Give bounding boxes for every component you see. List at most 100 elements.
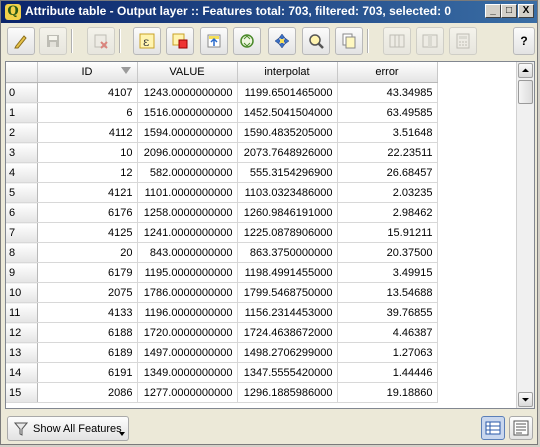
table-row[interactable]: 4 12 582.0000000000 555.3154296900 26.68457 (6, 162, 438, 183)
table-row[interactable]: 11 4133 1196.0000000000 1156.2314453000 39.7… (6, 302, 438, 323)
row-header[interactable]: 3 (6, 142, 38, 163)
table-row[interactable]: 9 6179 1195.0000000000 1198.4991455000 3.499… (6, 262, 438, 283)
cell-value[interactable]: 1786.0000000000 (137, 282, 238, 303)
cell-error[interactable]: 2.03235 (337, 182, 438, 203)
close-button[interactable]: X (518, 4, 534, 18)
table-row[interactable]: 8 20 843.0000000000 863.3750000000 20.37500 (6, 242, 438, 263)
table-row[interactable]: 3 10 2096.0000000000 2073.7648926000 22.2351… (6, 142, 438, 163)
cell-id[interactable]: 6176 (37, 202, 138, 223)
cell-error[interactable]: 15.91211 (337, 222, 438, 243)
cell-value[interactable]: 1243.0000000000 (137, 82, 238, 103)
cell-interpolat[interactable]: 863.3750000000 (237, 242, 338, 263)
cell-interpolat[interactable]: 1198.4991455000 (237, 262, 338, 283)
cell-interpolat[interactable]: 1347.5555420000 (237, 362, 338, 383)
row-header[interactable]: 0 (6, 82, 38, 103)
row-header[interactable]: 7 (6, 222, 38, 243)
cell-value[interactable]: 1497.0000000000 (137, 342, 238, 363)
row-header[interactable]: 1 (6, 102, 38, 123)
cell-id[interactable]: 4121 (37, 182, 138, 203)
scroll-thumb[interactable] (518, 80, 533, 104)
table-row[interactable]: 7 4125 1241.0000000000 1225.0878906000 15.91… (6, 222, 438, 243)
cell-id[interactable]: 4107 (37, 82, 138, 103)
cell-id[interactable]: 10 (37, 142, 138, 163)
cell-interpolat[interactable]: 1225.0878906000 (237, 222, 338, 243)
new-column-button[interactable] (383, 27, 411, 55)
cell-interpolat[interactable]: 1724.4638672000 (237, 322, 338, 343)
cell-id[interactable]: 4112 (37, 122, 138, 143)
cell-interpolat[interactable]: 1199.6501465000 (237, 82, 338, 103)
column-header-interpolat[interactable]: interpolat (237, 62, 338, 83)
column-header-value[interactable]: VALUE (137, 62, 238, 83)
move-selection-to-top-button[interactable] (200, 27, 228, 55)
cell-id[interactable]: 6 (37, 102, 138, 123)
cell-interpolat[interactable]: 1799.5468750000 (237, 282, 338, 303)
table-row[interactable]: 13 6189 1497.0000000000 1498.2706299000 1.27… (6, 342, 438, 363)
corner-header[interactable] (6, 62, 38, 83)
cell-value[interactable]: 1277.0000000000 (137, 382, 238, 403)
table-row[interactable]: 2 4112 1594.0000000000 1590.4835205000 3.516… (6, 122, 438, 143)
cell-value[interactable]: 582.0000000000 (137, 162, 238, 183)
form-view-button[interactable] (509, 416, 533, 440)
scroll-down-button[interactable] (518, 392, 533, 407)
row-header[interactable]: 6 (6, 202, 38, 223)
cell-id[interactable]: 6179 (37, 262, 138, 283)
cell-error[interactable]: 3.49915 (337, 262, 438, 283)
cell-interpolat[interactable]: 1260.9846191000 (237, 202, 338, 223)
cell-error[interactable]: 1.44446 (337, 362, 438, 383)
cell-id[interactable]: 12 (37, 162, 138, 183)
copy-selected-rows-button[interactable] (335, 27, 363, 55)
cell-id[interactable]: 2075 (37, 282, 138, 303)
table-row[interactable]: 1 6 1516.0000000000 1452.5041504000 63.49585 (6, 102, 438, 123)
cell-value[interactable]: 1349.0000000000 (137, 362, 238, 383)
row-header[interactable]: 2 (6, 122, 38, 143)
cell-value[interactable]: 1196.0000000000 (137, 302, 238, 323)
pan-map-to-selected-button[interactable] (268, 27, 296, 55)
cell-value[interactable]: 1241.0000000000 (137, 222, 238, 243)
cell-interpolat[interactable]: 1452.5041504000 (237, 102, 338, 123)
cell-interpolat[interactable]: 1590.4835205000 (237, 122, 338, 143)
table-row[interactable]: 12 6188 1720.0000000000 1724.4638672000 4.46… (6, 322, 438, 343)
cell-error[interactable]: 13.54688 (337, 282, 438, 303)
help-button[interactable]: ? (513, 27, 535, 55)
table-row[interactable]: 10 2075 1786.0000000000 1799.5468750000 13.5… (6, 282, 438, 303)
cell-value[interactable]: 2096.0000000000 (137, 142, 238, 163)
maximize-button[interactable]: □ (501, 4, 517, 18)
cell-value[interactable]: 1101.0000000000 (137, 182, 238, 203)
cell-interpolat[interactable]: 2073.7648926000 (237, 142, 338, 163)
cell-value[interactable]: 1720.0000000000 (137, 322, 238, 343)
cell-id[interactable]: 6188 (37, 322, 138, 343)
zoom-map-to-selected-button[interactable] (302, 27, 330, 55)
row-header[interactable]: 10 (6, 282, 38, 303)
column-header-id[interactable]: ID (37, 62, 138, 83)
cell-id[interactable]: 2086 (37, 382, 138, 403)
cell-value[interactable]: 1258.0000000000 (137, 202, 238, 223)
cell-id[interactable]: 20 (37, 242, 138, 263)
cell-error[interactable]: 26.68457 (337, 162, 438, 183)
cell-value[interactable]: 1516.0000000000 (137, 102, 238, 123)
row-header[interactable]: 4 (6, 162, 38, 183)
select-by-expression-button[interactable]: ε (133, 27, 161, 55)
row-header[interactable]: 5 (6, 182, 38, 203)
show-all-features-button[interactable]: Show All Features (7, 416, 129, 441)
cell-error[interactable]: 43.34985 (337, 82, 438, 103)
cell-error[interactable]: 1.27063 (337, 342, 438, 363)
row-header[interactable]: 8 (6, 242, 38, 263)
save-edits-button[interactable] (39, 27, 67, 55)
unselect-all-button[interactable] (166, 27, 194, 55)
cell-error[interactable]: 22.23511 (337, 142, 438, 163)
cell-id[interactable]: 6189 (37, 342, 138, 363)
table-row[interactable]: 5 4121 1101.0000000000 1103.0323486000 2.032… (6, 182, 438, 203)
cell-value[interactable]: 1594.0000000000 (137, 122, 238, 143)
vertical-scrollbar[interactable] (516, 62, 534, 408)
cell-interpolat[interactable]: 1498.2706299000 (237, 342, 338, 363)
cell-error[interactable]: 63.49585 (337, 102, 438, 123)
table-row[interactable]: 0 4107 1243.0000000000 1199.6501465000 43.34… (6, 82, 438, 103)
cell-error[interactable]: 39.76855 (337, 302, 438, 323)
cell-id[interactable]: 4133 (37, 302, 138, 323)
cell-id[interactable]: 6191 (37, 362, 138, 383)
table-row[interactable]: 6 6176 1258.0000000000 1260.9846191000 2.984… (6, 202, 438, 223)
cell-error[interactable]: 3.51648 (337, 122, 438, 143)
cell-interpolat[interactable]: 1103.0323486000 (237, 182, 338, 203)
minimize-button[interactable]: _ (485, 4, 501, 18)
row-header[interactable]: 11 (6, 302, 38, 323)
